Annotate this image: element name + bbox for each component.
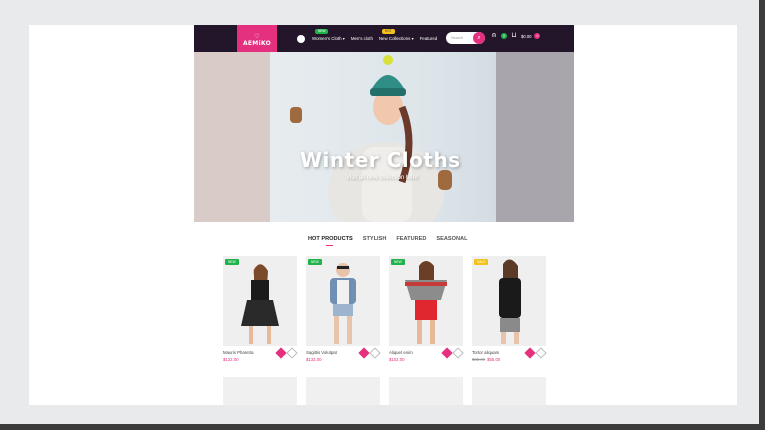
- hero-title: Winter Cloths: [300, 148, 461, 172]
- product-name[interactable]: Aliquet enim: [389, 350, 413, 355]
- product-name[interactable]: Sagittis Volutpat: [306, 350, 337, 355]
- product-image[interactable]: [472, 377, 546, 405]
- site-header: ♡ AEMiKO NEW Women's Cloth ▾ Men's cloth…: [194, 25, 574, 55]
- nav-badge: HOT: [381, 29, 395, 34]
- shop-page: ♡ AEMiKO NEW Women's Cloth ▾ Men's cloth…: [194, 25, 574, 405]
- hero-image-main: [270, 52, 496, 222]
- hero-image-left: [194, 52, 270, 222]
- nav-item-mens-cloth[interactable]: Men's cloth: [351, 36, 373, 41]
- logo-text: AEMiKO: [242, 39, 272, 47]
- add-to-cart-icon[interactable]: [275, 347, 287, 359]
- product-card[interactable]: SALE Tortor aliquam $62.00 $55.00: [472, 256, 547, 371]
- wishlist-icon[interactable]: [369, 347, 381, 359]
- site-logo[interactable]: ♡ AEMiKO: [237, 25, 277, 55]
- product-badge: SALE: [474, 259, 489, 265]
- tab-featured[interactable]: FEATURED: [396, 236, 426, 242]
- product-image[interactable]: [389, 377, 463, 405]
- product-image[interactable]: [223, 377, 297, 405]
- product-card[interactable]: NEW Mauris Pharetra $132.00: [223, 256, 298, 371]
- chevron-down-icon: ▾: [411, 36, 414, 41]
- nav-item-womens-cloth[interactable]: NEW Women's Cloth ▾: [312, 29, 345, 41]
- product-price: $133.00: [306, 357, 322, 362]
- product-card[interactable]: NEW Sagittis Volutpat $133.00: [306, 256, 381, 371]
- home-icon[interactable]: [297, 34, 305, 43]
- product-price: $62.00 $55.00: [472, 357, 501, 362]
- wishlist-count: 0: [501, 33, 507, 39]
- product-image[interactable]: NEW: [306, 256, 380, 346]
- cart-total[interactable]: $0.00: [521, 34, 531, 39]
- product-badge: NEW: [391, 259, 405, 265]
- product-card[interactable]: NEW Aliquet enim $102.00: [389, 256, 464, 371]
- add-to-cart-icon[interactable]: [524, 347, 536, 359]
- search-input[interactable]: Search: [451, 36, 473, 40]
- product-name[interactable]: Mauris Pharetra: [223, 350, 254, 355]
- chevron-down-icon: ▾: [342, 36, 345, 41]
- add-to-cart-icon[interactable]: [441, 347, 453, 359]
- product-photo: [241, 264, 279, 344]
- product-image[interactable]: SALE: [472, 256, 546, 346]
- wishlist-icon[interactable]: [452, 347, 464, 359]
- nav-item-new-collections[interactable]: HOT New Collections ▾: [379, 29, 414, 41]
- product-price: $102.00: [389, 357, 405, 362]
- nav-item-featured[interactable]: Featured: [420, 36, 438, 41]
- product-price: $132.00: [223, 357, 239, 362]
- product-photo: [499, 259, 521, 344]
- product-photo: [330, 263, 356, 344]
- cart-icon[interactable]: ⊔: [510, 32, 518, 40]
- product-image[interactable]: [306, 377, 380, 405]
- hero-subtitle: Visit all new collection here: [346, 175, 418, 181]
- product-tabs: HOT PRODUCTS STYLISH FEATURED SEASONAL: [308, 236, 468, 246]
- tab-seasonal[interactable]: SEASONAL: [436, 236, 467, 242]
- user-icon[interactable]: ⍝: [490, 32, 498, 40]
- product-badge: NEW: [308, 259, 322, 265]
- tab-stylish[interactable]: STYLISH: [363, 236, 387, 242]
- hero-image-right: [496, 52, 574, 222]
- nav-badge: NEW: [315, 29, 329, 34]
- product-image[interactable]: NEW: [389, 256, 463, 346]
- main-nav: NEW Women's Cloth ▾ Men's cloth HOT New …: [297, 25, 437, 52]
- tab-hot-products[interactable]: HOT PRODUCTS: [308, 236, 353, 246]
- product-image[interactable]: NEW: [223, 256, 297, 346]
- product-old-price: $62.00: [472, 357, 486, 362]
- search-box[interactable]: Search ⌕: [446, 32, 485, 44]
- hero-banner[interactable]: Winter Cloths Visit all new collection h…: [194, 52, 574, 222]
- header-actions: ⍝ 0 ⊔ $0.00 0: [490, 32, 541, 40]
- product-name[interactable]: Tortor aliquam: [472, 350, 499, 355]
- wishlist-icon[interactable]: [286, 347, 298, 359]
- product-badge: NEW: [225, 259, 239, 265]
- hero-model-illustration: [290, 55, 452, 222]
- wishlist-icon[interactable]: [535, 347, 547, 359]
- screenshot-canvas: ♡ AEMiKO NEW Women's Cloth ▾ Men's cloth…: [29, 25, 737, 405]
- product-photo: [405, 261, 447, 344]
- cart-count: 0: [534, 33, 541, 39]
- add-to-cart-icon[interactable]: [358, 347, 370, 359]
- search-icon[interactable]: ⌕: [473, 32, 485, 44]
